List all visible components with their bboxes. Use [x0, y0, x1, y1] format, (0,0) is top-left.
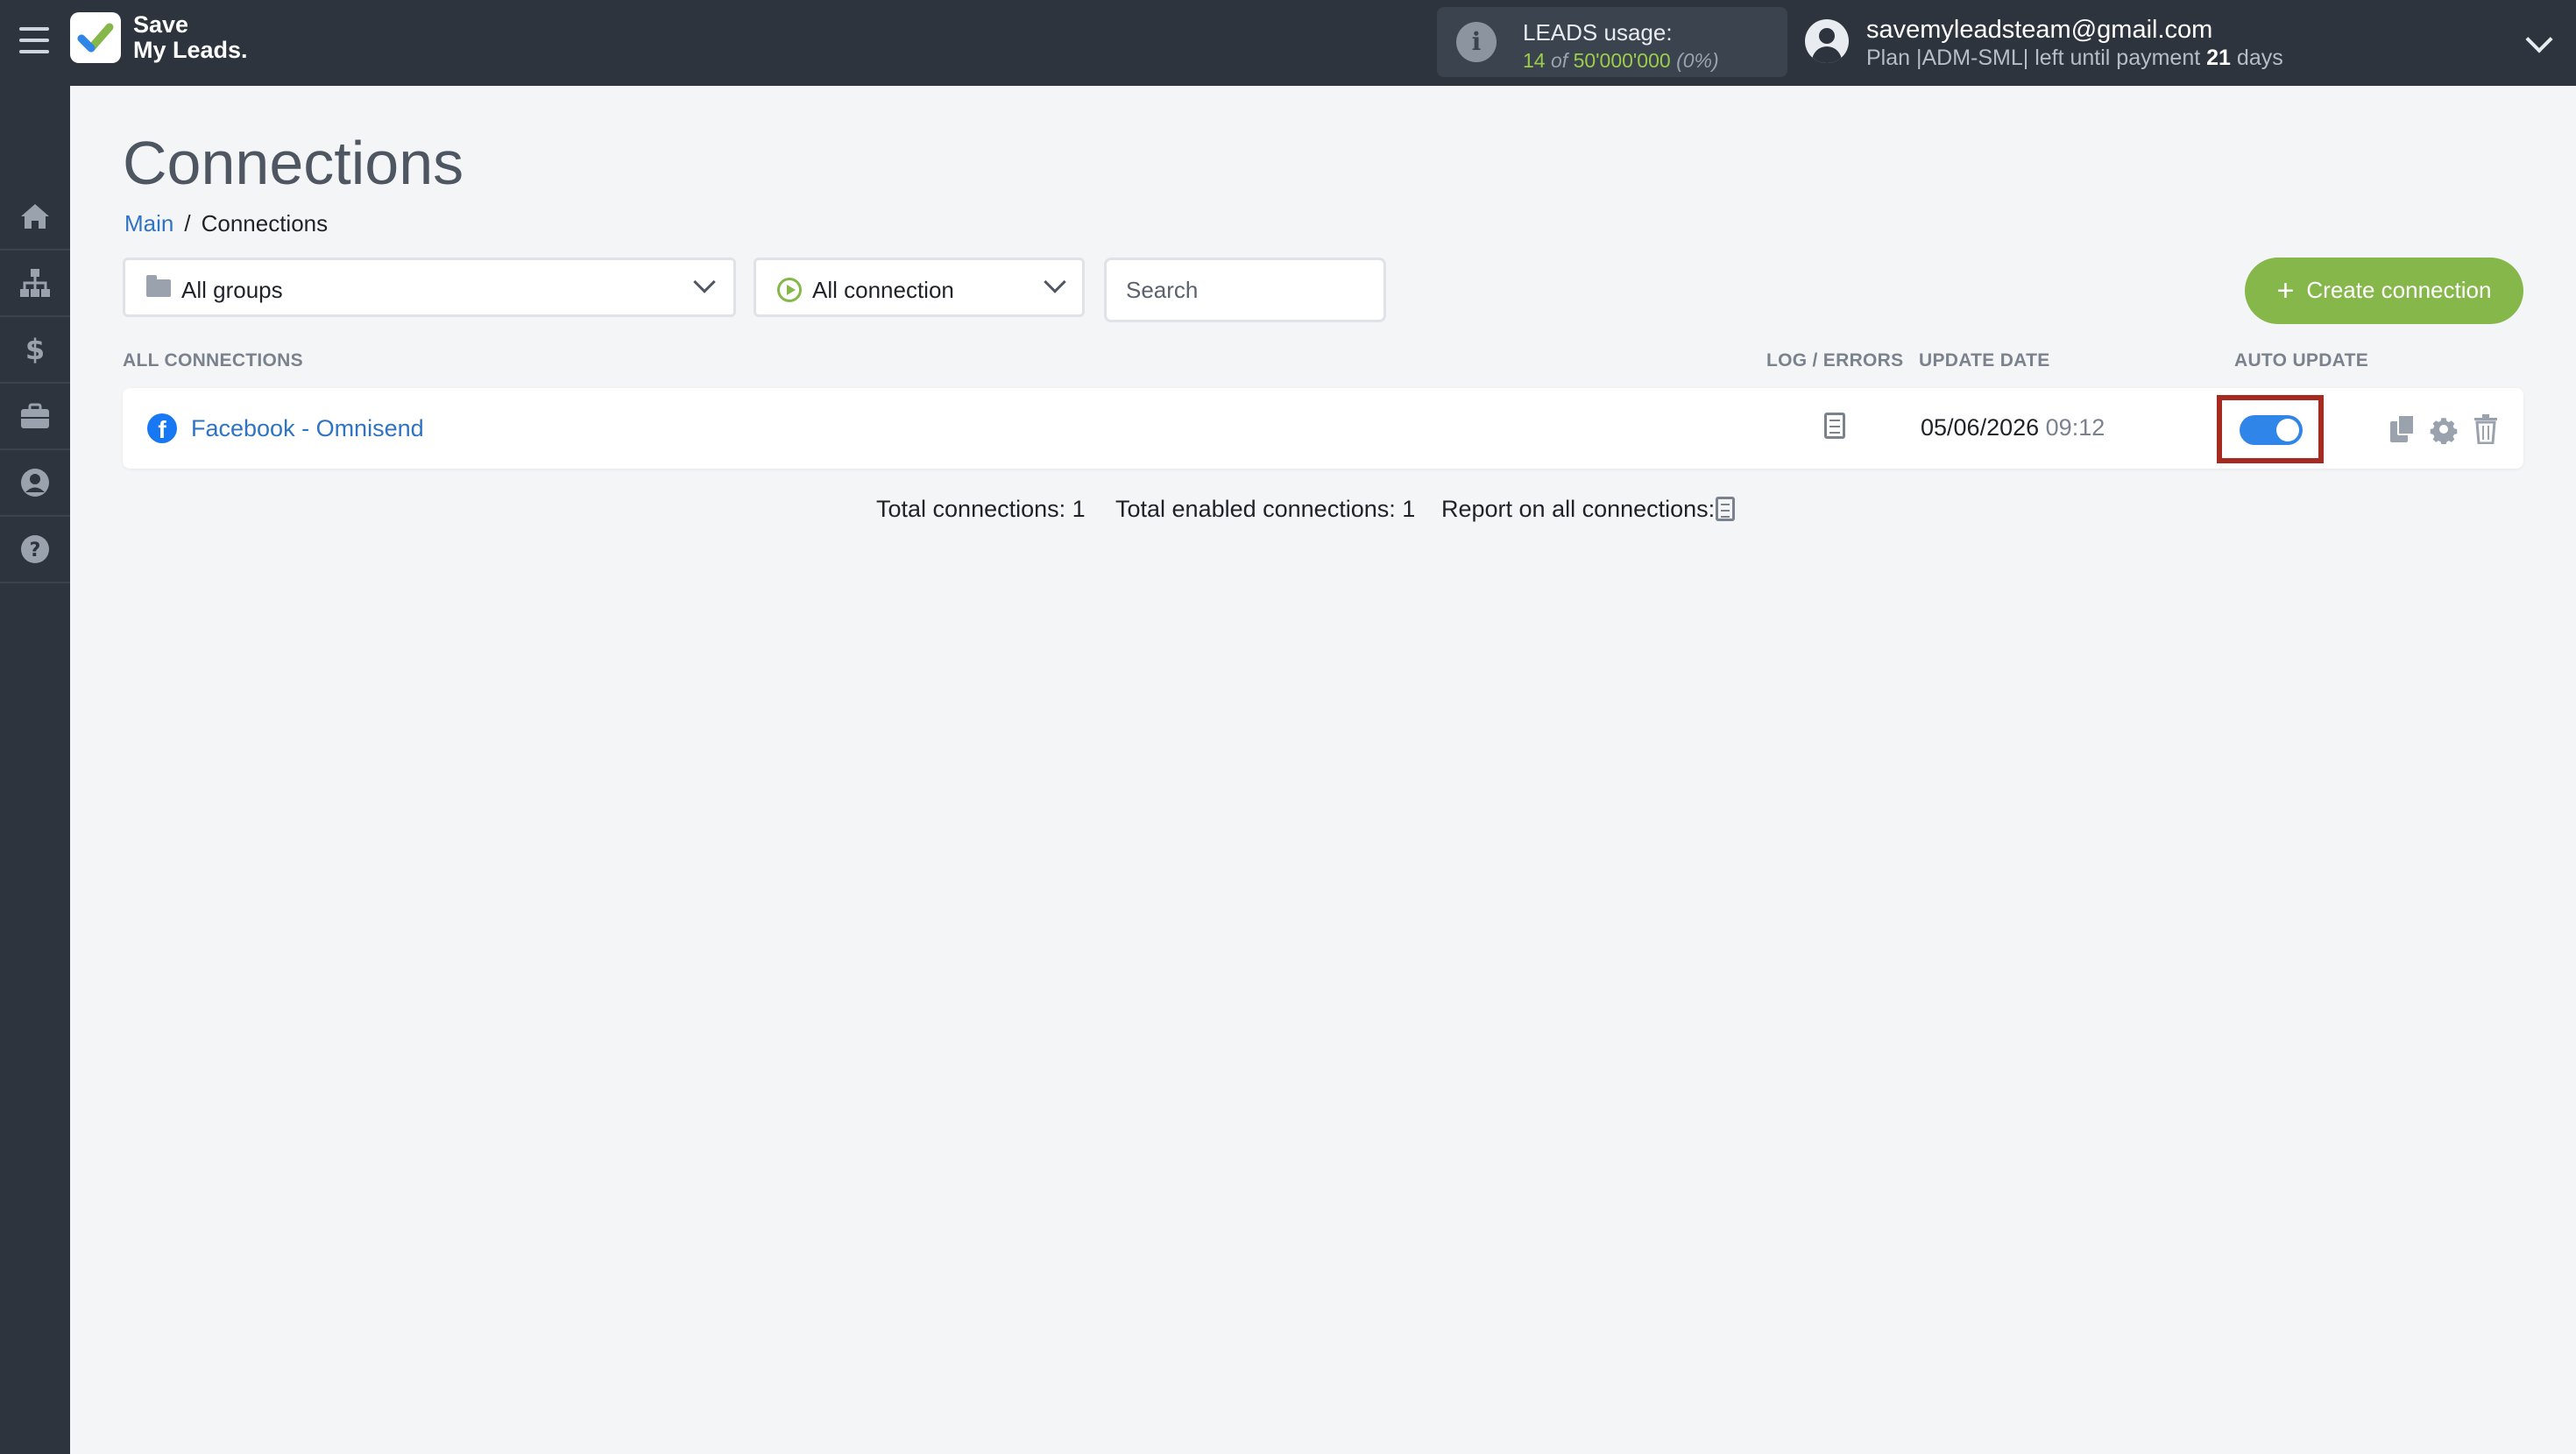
gear-icon[interactable]: [2429, 414, 2459, 445]
breadcrumb: Main / Connections: [124, 210, 328, 237]
svg-text:$: $: [25, 333, 45, 366]
user-email[interactable]: savemyleadsteam@gmail.com: [1866, 16, 2212, 45]
sidebar-item-account[interactable]: [0, 450, 70, 517]
breadcrumb-current: Connections: [201, 210, 329, 236]
sidebar: $ ?: [0, 86, 70, 1454]
chevron-down-icon: [693, 271, 716, 293]
auto-update-toggle[interactable]: [2240, 415, 2303, 445]
dollar-icon: $: [25, 333, 45, 366]
sidebar-item-services[interactable]: [0, 384, 70, 450]
plus-icon: +: [2276, 273, 2295, 307]
update-time-value: 09:12: [2045, 414, 2105, 441]
logo-icon[interactable]: [70, 12, 121, 63]
groups-select-value: All groups: [181, 277, 283, 303]
leads-usage-value: 14 of 50'000'000 (0%): [1523, 49, 1719, 73]
auto-update-highlight: [2217, 395, 2324, 463]
search-input[interactable]: [1104, 258, 1386, 322]
column-header-all: ALL CONNECTIONS: [123, 350, 303, 371]
facebook-icon: f: [147, 413, 177, 443]
folder-icon: [146, 275, 171, 297]
user-plan: Plan |ADM-SML| left until payment 21 day…: [1866, 46, 2283, 71]
create-connection-button[interactable]: + Create connection: [2245, 258, 2523, 324]
chevron-down-icon[interactable]: [2525, 25, 2553, 53]
column-header-auto-update: AUTO UPDATE: [2234, 350, 2369, 371]
report-all-connections: Report on all connections:: [1441, 496, 1716, 522]
page-title: Connections: [123, 129, 464, 197]
column-header-date: UPDATE DATE: [1919, 350, 2050, 371]
table-row: f Facebook - Omnisend 05/06/2026 09:12: [123, 388, 2523, 469]
total-enabled-connections: Total enabled connections: 1: [1115, 496, 1416, 522]
plan-prefix: Plan |ADM-SML| left until payment: [1866, 46, 2201, 70]
chevron-down-icon: [1044, 271, 1066, 293]
plan-suffix: days: [2236, 46, 2283, 70]
trash-icon[interactable]: [2473, 414, 2499, 445]
create-connection-label: Create connection: [2306, 276, 2492, 303]
sidebar-item-home[interactable]: [0, 184, 70, 251]
sidebar-item-help[interactable]: ?: [0, 517, 70, 583]
connection-status-select[interactable]: All connection: [754, 258, 1085, 317]
top-bar: Save My Leads. i LEADS usage: 14 of 50'0…: [0, 0, 2576, 86]
logo-text[interactable]: Save My Leads.: [133, 12, 248, 63]
leads-usage-panel: i LEADS usage: 14 of 50'000'000 (0%): [1437, 7, 1787, 77]
leads-total: 50'000'000: [1573, 49, 1671, 72]
breadcrumb-separator: /: [184, 210, 191, 236]
logo-line-1: Save: [133, 11, 189, 38]
connection-select-value: All connection: [812, 277, 954, 303]
breadcrumb-main-link[interactable]: Main: [124, 210, 173, 236]
leads-usage-title: LEADS usage:: [1523, 19, 1673, 46]
leads-used: 14: [1523, 49, 1546, 72]
groups-select[interactable]: All groups: [123, 258, 736, 317]
leads-percent: (0%): [1676, 49, 1719, 72]
sidebar-item-billing[interactable]: $: [0, 317, 70, 384]
leads-of: of: [1550, 49, 1568, 72]
info-icon: i: [1456, 22, 1497, 62]
user-circle-icon: [21, 469, 49, 497]
sidebar-item-connections[interactable]: [0, 251, 70, 317]
logo-line-2: My Leads.: [133, 37, 248, 63]
log-document-icon[interactable]: [1824, 413, 1845, 439]
update-date-value: 05/06/2026: [1921, 414, 2040, 441]
report-document-icon[interactable]: [1716, 497, 1735, 521]
help-icon: ?: [21, 535, 49, 563]
connection-name-link[interactable]: Facebook - Omnisend: [191, 415, 424, 442]
update-date: 05/06/2026 09:12: [1921, 414, 2105, 441]
home-icon: [21, 204, 49, 229]
plan-days: 21: [2206, 46, 2231, 70]
menu-icon[interactable]: [19, 27, 49, 53]
briefcase-icon: [21, 403, 49, 428]
sitemap-icon: [20, 269, 50, 297]
user-avatar-icon[interactable]: [1805, 19, 1849, 63]
total-connections: Total connections: 1: [876, 496, 1086, 522]
toggle-knob: [2276, 419, 2299, 441]
column-header-log: LOG / ERRORS: [1766, 350, 1904, 371]
copy-icon[interactable]: [2390, 414, 2417, 442]
play-circle-icon: [777, 278, 802, 302]
svg-text:?: ?: [30, 540, 41, 561]
